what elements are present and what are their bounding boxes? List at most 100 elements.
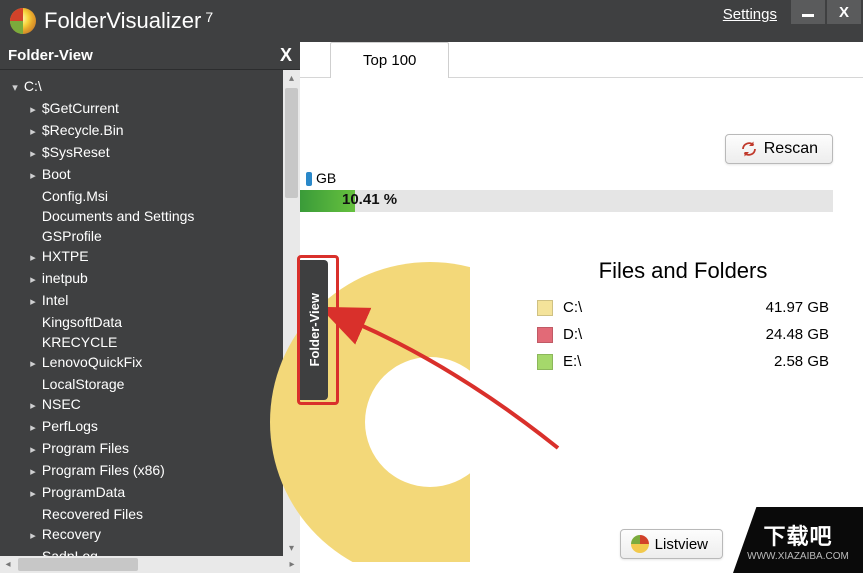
expand-icon[interactable]: ▸: [28, 440, 38, 460]
tree-item-label: Recovered Files: [42, 506, 143, 522]
tree-item-label: $SysReset: [42, 144, 110, 160]
scroll-thumb[interactable]: [285, 88, 298, 198]
tree-item[interactable]: ▸ LenovoQuickFix: [28, 352, 283, 374]
expand-icon[interactable]: ▸: [28, 122, 38, 142]
tree-item[interactable]: ▸ inetpub: [28, 268, 283, 290]
folder-view-tab-label: Folder-View: [307, 293, 322, 366]
tree-item-label: HXTPE: [42, 248, 89, 264]
drive-row[interactable]: E:\2.58 GB: [533, 348, 833, 375]
expand-icon[interactable]: ▸: [28, 462, 38, 482]
hscroll-thumb[interactable]: [18, 558, 138, 571]
drive-size: 2.58 GB: [774, 353, 829, 370]
horizontal-scrollbar[interactable]: ◂ ▸: [0, 556, 300, 573]
listview-label: Listview: [655, 536, 708, 553]
tree-item[interactable]: ▸ $GetCurrent: [28, 98, 283, 120]
tree-item[interactable]: GSProfile: [28, 226, 283, 246]
close-button[interactable]: X: [827, 0, 861, 24]
tree-item-label: Program Files: [42, 440, 129, 456]
tree-item-label: LocalStorage: [42, 376, 125, 392]
collapse-icon[interactable]: ▾: [10, 78, 20, 98]
tree-item-label: Boot: [42, 166, 71, 182]
watermark-text: 下载吧: [763, 519, 832, 551]
drive-row[interactable]: C:\41.97 GB: [533, 294, 833, 321]
folder-view-collapsed-tab[interactable]: Folder-View: [300, 260, 328, 400]
tree-item[interactable]: LocalStorage: [28, 374, 283, 394]
minimize-button[interactable]: [791, 0, 825, 24]
tree-item-label: SadpLog: [42, 548, 98, 556]
color-swatch: [537, 354, 553, 370]
expand-icon[interactable]: ▸: [28, 100, 38, 120]
tree-item-label: Program Files (x86): [42, 462, 165, 478]
scroll-up-icon[interactable]: ▴: [283, 70, 300, 86]
tree-item[interactable]: KRECYCLE: [28, 332, 283, 352]
tree-item-label: $GetCurrent: [42, 100, 119, 116]
expand-icon[interactable]: ▸: [28, 354, 38, 374]
files-folders-panel: Files and Folders C:\41.97 GBD:\24.48 GB…: [533, 258, 833, 375]
drive-name: C:\: [563, 299, 766, 316]
drive-size: 24.48 GB: [766, 326, 829, 343]
tree-item-label: Documents and Settings: [42, 208, 195, 224]
drive-row[interactable]: D:\24.48 GB: [533, 321, 833, 348]
tree-item-label: PerfLogs: [42, 418, 98, 434]
expand-icon[interactable]: ▸: [28, 166, 38, 186]
expand-icon[interactable]: ▸: [28, 396, 38, 416]
tree-item[interactable]: ▸ Boot: [28, 164, 283, 186]
tree-root[interactable]: ▾ C:\ ▸ $GetCurrent▸ $Recycle.Bin▸ $SysR…: [10, 76, 283, 556]
tree-item-label: Recovery: [42, 526, 101, 542]
expand-icon[interactable]: ▸: [28, 418, 38, 438]
tree-item-label: KingsoftData: [42, 314, 122, 330]
app-name: FolderVisualizer: [44, 8, 201, 33]
tree-item-label: ProgramData: [42, 484, 125, 500]
expand-icon[interactable]: ▸: [28, 270, 38, 290]
folder-tree[interactable]: ▾ C:\ ▸ $GetCurrent▸ $Recycle.Bin▸ $SysR…: [0, 70, 283, 556]
progress-bar: 10.41 %: [300, 190, 833, 212]
watermark-url: WWW.XIAZAIBA.COM: [747, 551, 849, 562]
rescan-button[interactable]: Rescan: [725, 134, 833, 164]
tree-item[interactable]: KingsoftData: [28, 312, 283, 332]
tree-item[interactable]: ▸ ProgramData: [28, 482, 283, 504]
tree-item-label: Config.Msi: [42, 188, 108, 204]
tree-item[interactable]: ▸ Recovery: [28, 524, 283, 546]
files-folders-title: Files and Folders: [533, 258, 833, 284]
listview-button[interactable]: Listview: [620, 529, 723, 559]
expand-icon[interactable]: ▸: [28, 144, 38, 164]
tree-item[interactable]: Recovered Files: [28, 504, 283, 524]
app-logo-icon: [10, 8, 36, 34]
tree-item[interactable]: ▸ Intel: [28, 290, 283, 312]
content-area: Top 100 Rescan GB 10.41 % Folder-View: [300, 42, 863, 573]
title-bar: FolderVisualizer7 Settings X: [0, 0, 863, 42]
tree-item[interactable]: ▸ NSEC: [28, 394, 283, 416]
expand-icon[interactable]: ▸: [28, 292, 38, 312]
color-swatch: [537, 300, 553, 316]
tab-top100[interactable]: Top 100: [330, 42, 449, 78]
sidebar-title: Folder-View: [8, 47, 93, 64]
tree-item[interactable]: ▸ $SysReset: [28, 142, 283, 164]
tree-item[interactable]: Config.Msi: [28, 186, 283, 206]
app-title: FolderVisualizer7: [44, 8, 213, 34]
pie-icon: [631, 535, 649, 553]
progress-area: GB 10.41 %: [300, 170, 833, 212]
expand-icon[interactable]: ▸: [28, 248, 38, 268]
app-version: 7: [205, 9, 213, 25]
expand-icon[interactable]: ▸: [28, 484, 38, 504]
tree-item[interactable]: SadpLog: [28, 546, 283, 556]
tree-item[interactable]: ▸ $Recycle.Bin: [28, 120, 283, 142]
tree-item[interactable]: ▸ Program Files: [28, 438, 283, 460]
tree-item-label: $Recycle.Bin: [42, 122, 124, 138]
sidebar-close-button[interactable]: X: [280, 45, 292, 66]
scroll-left-icon[interactable]: ◂: [0, 559, 16, 570]
expand-icon[interactable]: ▸: [28, 526, 38, 546]
tree-item[interactable]: ▸ HXTPE: [28, 246, 283, 268]
tree-root-label: C:\: [24, 78, 42, 94]
tree-item[interactable]: Documents and Settings: [28, 206, 283, 226]
tree-item[interactable]: ▸ PerfLogs: [28, 416, 283, 438]
watermark: 下载吧 WWW.XIAZAIBA.COM: [733, 507, 863, 573]
progress-percent: 10.41 %: [342, 191, 397, 208]
drive-name: D:\: [563, 326, 766, 343]
rescan-label: Rescan: [764, 140, 818, 158]
tree-item[interactable]: ▸ Program Files (x86): [28, 460, 283, 482]
settings-link[interactable]: Settings: [709, 0, 791, 23]
folder-view-sidebar: Folder-View X ▾ C:\ ▸ $GetCurrent▸ $Recy…: [0, 42, 300, 573]
tree-item-label: NSEC: [42, 396, 81, 412]
refresh-icon: [740, 140, 758, 158]
